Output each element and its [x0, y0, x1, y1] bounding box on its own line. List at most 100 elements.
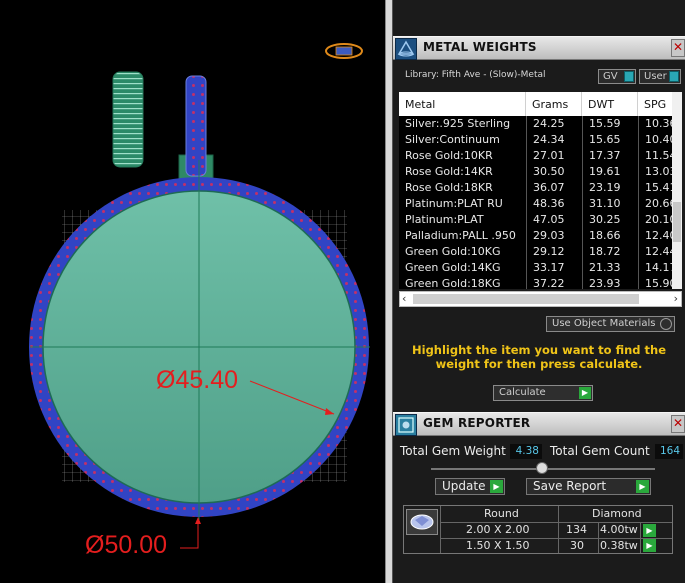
gem-reporter-title: GEM REPORTER: [423, 416, 531, 430]
cell-dwt: 31.10: [589, 197, 621, 210]
cell-grams: 37.22: [533, 277, 565, 289]
right-panel: METAL WEIGHTS ✕ Library: Fifth Ave - (Sl…: [393, 0, 685, 583]
cell-grams: 36.07: [533, 181, 565, 194]
shank-pave-column: [185, 75, 207, 177]
cell-grams: 24.25: [533, 117, 565, 130]
total-gem-count-value: 164: [655, 444, 683, 459]
total-gem-count-label: Total Gem Count: [550, 444, 650, 458]
update-button[interactable]: Update ▶: [435, 478, 505, 495]
metal-row[interactable]: Rose Gold:18KR 36.07 23.19 15.41: [399, 180, 682, 196]
table-vertical-scrollbar[interactable]: [672, 92, 682, 289]
cell-grams: 48.36: [533, 197, 565, 210]
cell-metal: Silver:Continuum: [405, 133, 500, 146]
cell-metal: Platinum:PLAT RU: [405, 197, 503, 210]
cell-dwt: 15.59: [589, 117, 621, 130]
cell-metal: Rose Gold:18KR: [405, 181, 493, 194]
cell-metal: Rose Gold:10KR: [405, 149, 493, 162]
metal-weights-header: METAL WEIGHTS ✕: [393, 36, 685, 60]
cell-grams: 24.34: [533, 133, 565, 146]
calculate-button[interactable]: Calculate ▶: [493, 385, 593, 401]
scroll-left-icon[interactable]: ‹: [402, 292, 406, 305]
library-label: Library: Fifth Ave - (Slow)-Metal: [405, 70, 546, 80]
use-object-materials-toggle[interactable]: Use Object Materials: [546, 316, 675, 332]
gem-type-header: Diamond: [592, 507, 642, 520]
radio-icon: [660, 318, 672, 330]
cell-dwt: 18.66: [589, 229, 621, 242]
dimension-inner-diameter: Ø45.40: [156, 366, 239, 394]
gv-toggle[interactable]: GV: [598, 69, 636, 84]
play-icon: ▶: [579, 387, 591, 399]
scroll-thumb[interactable]: [413, 294, 639, 304]
toggle-icon: [624, 71, 634, 82]
table-horizontal-scrollbar[interactable]: ‹ ›: [399, 291, 682, 307]
cell-grams: 29.03: [533, 229, 565, 242]
column-header-metal[interactable]: Metal: [399, 92, 526, 116]
cell-metal: Platinum:PLAT: [405, 213, 484, 226]
total-gem-weight-value: 4.38: [510, 444, 542, 459]
panel-splitter[interactable]: [385, 0, 393, 583]
cell-dwt: 19.61: [589, 165, 621, 178]
save-report-button[interactable]: Save Report ▶: [526, 478, 651, 495]
cell-metal: Palladium:PALL .950: [405, 229, 516, 242]
metal-row[interactable]: Green Gold:18KG 37.22 23.93 15.90: [399, 276, 682, 289]
cell-dwt: 23.93: [589, 277, 621, 289]
cell-metal: Green Gold:14KG: [405, 261, 501, 274]
metal-row[interactable]: Rose Gold:10KR 27.01 17.37 11.54: [399, 148, 682, 164]
metal-hint-text: Highlight the item you want to find the …: [412, 343, 666, 371]
gem-row-weight: 4.00tw: [600, 523, 638, 536]
close-icon[interactable]: ✕: [671, 415, 685, 433]
cell-metal: Green Gold:18KG: [405, 277, 501, 289]
metal-weights-table[interactable]: Metal Grams DWT SPG Silver:.925 Sterling…: [399, 92, 682, 289]
ring-model-drawing: [29, 43, 370, 549]
cell-grams: 29.12: [533, 245, 565, 258]
metal-row[interactable]: Palladium:PALL .950 29.03 18.66 12.40: [399, 228, 682, 244]
metal-row[interactable]: Platinum:PLAT 47.05 30.25 20.10: [399, 212, 682, 228]
gem-row-count: 30: [570, 539, 584, 552]
cell-grams: 27.01: [533, 149, 565, 162]
gem-row-weight: 0.38tw: [600, 539, 638, 552]
metal-weights-icon: [395, 38, 417, 60]
cell-dwt: 23.19: [589, 181, 621, 194]
metal-row[interactable]: Green Gold:14KG 33.17 21.33 14.17: [399, 260, 682, 276]
toggle-icon: [669, 71, 679, 82]
cell-dwt: 21.33: [589, 261, 621, 274]
band-side-view: [112, 71, 144, 168]
total-gem-weight-label: Total Gem Weight: [400, 444, 506, 458]
gem-row-size: 1.50 X 1.50: [466, 539, 530, 552]
cell-metal: Silver:.925 Sterling: [405, 117, 511, 130]
close-icon[interactable]: ✕: [671, 39, 685, 57]
cell-metal: Green Gold:10KG: [405, 245, 501, 258]
gem-row-size: 2.00 X 2.00: [466, 523, 530, 536]
user-toggle[interactable]: User: [639, 69, 681, 84]
cell-grams: 33.17: [533, 261, 565, 274]
metal-weights-title: METAL WEIGHTS: [423, 40, 537, 54]
gem-reporter-header: GEM REPORTER ✕: [393, 412, 685, 436]
cell-dwt: 15.65: [589, 133, 621, 146]
cell-grams: 47.05: [533, 213, 565, 226]
gem-report-table: Round Diamond 2.00 X 2.00 134 4.00tw ▶ 1…: [403, 505, 673, 554]
metal-row[interactable]: Rose Gold:14KR 30.50 19.61 13.03: [399, 164, 682, 180]
cell-dwt: 30.25: [589, 213, 621, 226]
cell-grams: 30.50: [533, 165, 565, 178]
scroll-right-icon[interactable]: ›: [674, 292, 678, 305]
play-icon: ▶: [636, 480, 649, 493]
dimension-outer-diameter: Ø50.00: [85, 531, 168, 559]
gem-shape-header: Round: [484, 507, 519, 520]
3d-viewport[interactable]: Ø45.40 Ø50.00: [0, 0, 385, 583]
metal-row[interactable]: Platinum:PLAT RU 48.36 31.10 20.66: [399, 196, 682, 212]
row-play-icon[interactable]: ▶: [643, 524, 656, 537]
round-gem-icon: [406, 509, 438, 535]
column-header-grams[interactable]: Grams: [526, 92, 582, 116]
column-header-dwt[interactable]: DWT: [582, 92, 638, 116]
cell-metal: Rose Gold:14KR: [405, 165, 493, 178]
cell-dwt: 18.72: [589, 245, 621, 258]
metal-row[interactable]: Silver:Continuum 24.34 15.65 10.40: [399, 132, 682, 148]
play-icon: ▶: [490, 480, 503, 493]
row-play-icon[interactable]: ▶: [643, 539, 656, 552]
gem-slider-handle[interactable]: [536, 462, 548, 474]
gem-reporter-icon: [395, 414, 417, 436]
gem-row-count: 134: [566, 523, 587, 536]
metal-row[interactable]: Green Gold:10KG 29.12 18.72 12.44: [399, 244, 682, 260]
cell-dwt: 17.37: [589, 149, 621, 162]
metal-row[interactable]: Silver:.925 Sterling 24.25 15.59 10.36: [399, 116, 682, 132]
